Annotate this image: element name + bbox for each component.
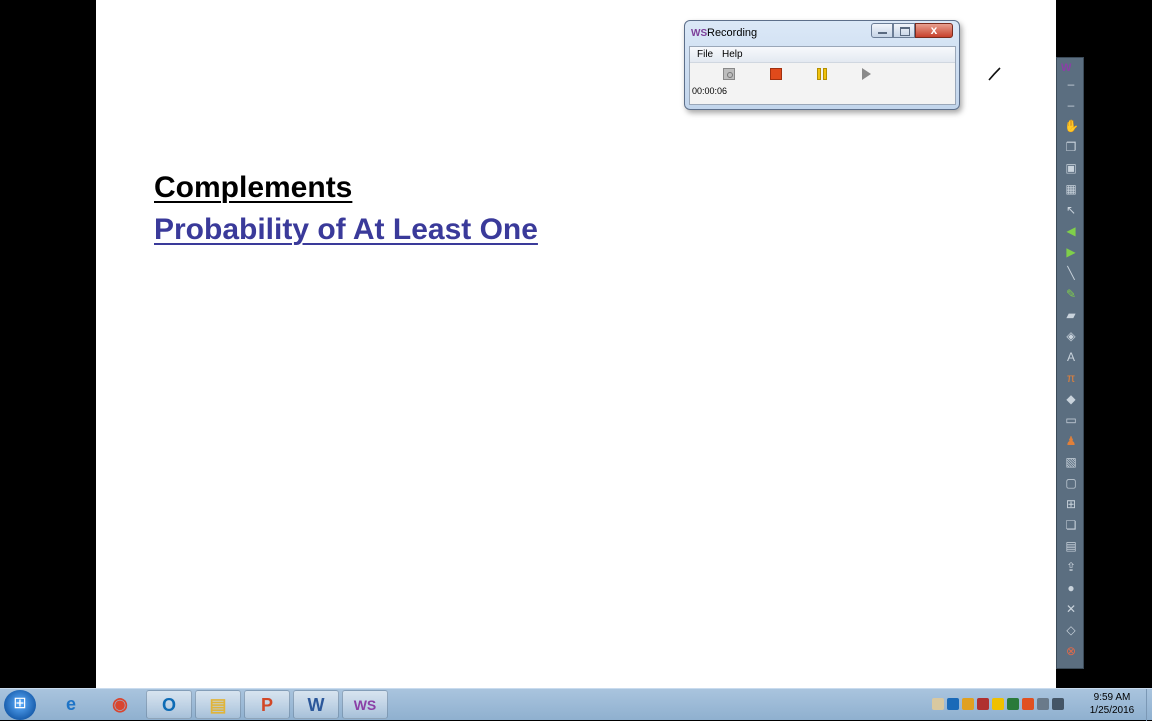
taskbar-outlook-button[interactable]: O <box>146 690 192 719</box>
recording-body: File Help 00:00:06 <box>689 46 956 105</box>
recording-window[interactable]: WS Recording x File Help 00:00:06 <box>684 20 960 110</box>
maximize-button[interactable] <box>893 23 915 38</box>
pages-icon[interactable]: ❐ <box>1064 140 1078 154</box>
menu-file[interactable]: File <box>697 49 713 60</box>
word-icon: W <box>307 695 325 715</box>
outlook-tray-icon[interactable] <box>947 698 959 710</box>
display-icon[interactable] <box>1037 698 1049 710</box>
outlook-icon: O <box>161 695 176 715</box>
warning-icon[interactable] <box>992 698 1004 710</box>
hand-icon[interactable]: ✋ <box>1064 119 1079 133</box>
taskbar-internet-explorer-button[interactable]: e <box>48 690 94 719</box>
record-icon[interactable]: ● <box>1064 581 1078 595</box>
volume-icon[interactable] <box>1052 698 1064 710</box>
stop-button[interactable] <box>770 68 782 80</box>
clear-icon[interactable]: ◇ <box>1064 623 1078 637</box>
separator-icon: – <box>1067 98 1075 112</box>
paste-icon[interactable]: ▤ <box>1064 539 1078 553</box>
eraser-icon[interactable]: ◈ <box>1064 329 1078 343</box>
system-tray <box>928 689 1068 721</box>
snapshot-icon[interactable]: ▦ <box>1064 182 1078 196</box>
recording-menubar: File Help <box>690 47 955 63</box>
ruler-icon[interactable]: ▭ <box>1064 413 1078 427</box>
show-desktop-button[interactable] <box>1146 689 1152 721</box>
slide-subheading: Probability of At Least One <box>154 213 538 246</box>
stamp-icon[interactable]: ♟ <box>1064 434 1078 448</box>
toolbar-logo-icon: W <box>1061 62 1072 74</box>
taskbar-chrome-button[interactable]: ◉ <box>97 690 143 719</box>
export-icon[interactable]: ⇪ <box>1064 560 1078 574</box>
network-icon[interactable] <box>977 698 989 710</box>
pause-button[interactable] <box>816 68 828 80</box>
drawing-toolbar: W – – ✋ ❐ ▣ ▦ ↖ ◀ ▶ ╲ ✎ ▰ ◈ Aπ ◆ ▭ ♟ ▧ ▢ ⊞ ❏ ▤ ⇪ ● ✕ ◇ ⊗ <box>1056 57 1084 669</box>
taskbar-file-explorer-button[interactable]: ▤ <box>195 690 241 719</box>
line-icon[interactable]: ╲ <box>1064 266 1078 280</box>
internet-explorer-icon: e <box>65 694 76 714</box>
shapes-icon[interactable]: ◆ <box>1064 392 1078 406</box>
shield-icon[interactable] <box>962 698 974 710</box>
close-icon[interactable]: ✕ <box>1064 602 1078 616</box>
taskbar-word-button[interactable]: W <box>293 690 339 719</box>
close-button[interactable]: x <box>915 23 953 38</box>
clock[interactable]: 9:59 AM 1/25/2016 <box>1078 691 1146 717</box>
powerpoint-icon: P <box>260 695 273 715</box>
text-icon[interactable]: A <box>1064 350 1078 364</box>
highlighter-icon[interactable]: ▰ <box>1064 308 1078 322</box>
close-icon: x <box>930 23 938 37</box>
play-button[interactable] <box>862 68 871 80</box>
power-icon[interactable]: ⊗ <box>1064 644 1078 658</box>
separator-icon: – <box>1067 77 1075 91</box>
file-explorer-icon: ▤ <box>209 695 227 715</box>
image-icon[interactable]: ▧ <box>1064 455 1078 469</box>
chrome-icon: ◉ <box>112 694 128 714</box>
flag-icon[interactable] <box>1022 698 1034 710</box>
frame-icon[interactable]: ▢ <box>1064 476 1078 490</box>
back-arrow-icon[interactable]: ◀ <box>1064 224 1078 238</box>
formula-icon[interactable]: π <box>1064 371 1078 385</box>
webex-screen-icon: WS <box>353 697 377 713</box>
sync-icon[interactable] <box>1007 698 1019 710</box>
taskbar-powerpoint-button[interactable]: P <box>244 690 290 719</box>
clock-time: 9:59 AM <box>1093 692 1131 703</box>
taskbar: 9:59 AM 1/25/2016 e ◉ O ▤ P W WS <box>0 688 1152 721</box>
copy-icon[interactable]: ❏ <box>1064 518 1078 532</box>
pointer-icon[interactable]: ↖ <box>1064 203 1078 217</box>
insert-icon[interactable]: ⊞ <box>1064 497 1078 511</box>
mail-icon[interactable] <box>932 698 944 710</box>
clock-date: 1/25/2016 <box>1089 705 1135 716</box>
recording-timer: 00:00:06 <box>692 86 728 96</box>
menu-help[interactable]: Help <box>722 49 743 60</box>
pen-icon[interactable]: ✎ <box>1064 287 1078 301</box>
recording-title: Recording <box>707 27 758 39</box>
forward-arrow-icon[interactable]: ▶ <box>1064 245 1078 259</box>
start-button[interactable] <box>4 690 36 720</box>
recording-titlebar[interactable]: WS Recording x <box>685 21 959 45</box>
pen-stroke <box>988 67 1001 81</box>
slide-heading: Complements <box>154 171 353 204</box>
screenshot-icon[interactable]: ▣ <box>1064 161 1078 175</box>
recording-logo-icon: WS <box>691 28 708 39</box>
taskbar-webex-screen-button[interactable]: WS <box>342 690 388 719</box>
record-button[interactable] <box>723 68 735 80</box>
minimize-button[interactable] <box>871 23 893 38</box>
